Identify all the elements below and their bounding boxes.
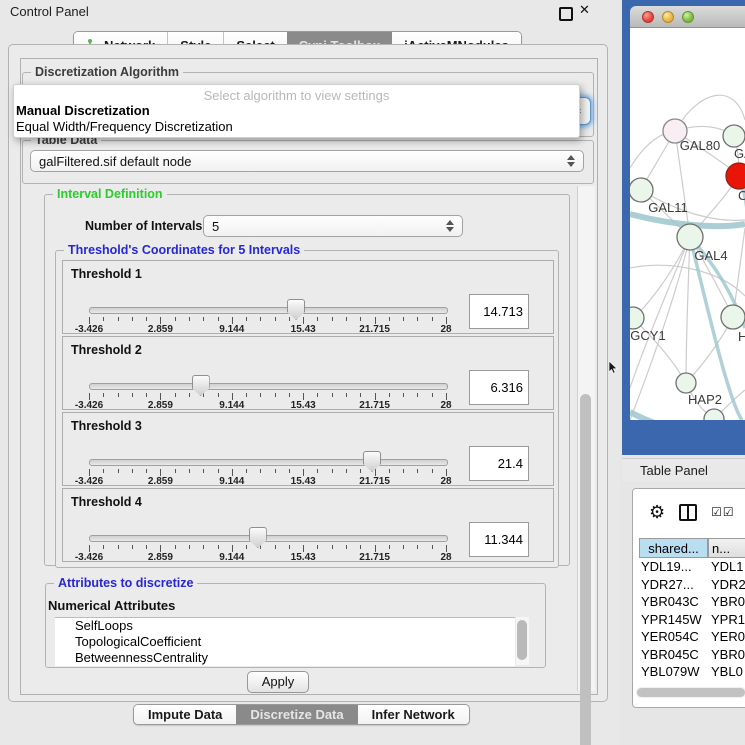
threshold-label: Threshold 4 [71, 495, 142, 509]
list-item[interactable]: BetweennessCentrality [55, 650, 515, 666]
table-hscrollbar[interactable] [636, 687, 745, 698]
node-label: GAL80 [680, 138, 720, 153]
gear-icon[interactable]: ⚙ [649, 503, 665, 521]
column-header-name[interactable]: n... [708, 538, 745, 558]
stepper-icon [445, 220, 454, 232]
node-table: ⚙ ☑☑ shared... n... YDL19...YDL1YDR27...… [632, 488, 745, 708]
network-node[interactable] [677, 224, 703, 250]
attributes-group-label: Attributes to discretize [54, 576, 197, 590]
network-node[interactable] [723, 125, 745, 147]
table-body: YDL19...YDL1YDR27...YDR2YBR043CYBR0YPR14… [639, 558, 745, 684]
table-row[interactable]: YBR043CYBR0 [639, 593, 745, 611]
threshold-value-field[interactable]: 21.4 [469, 446, 529, 481]
table-toolbar: ⚙ ☑☑ [633, 489, 745, 535]
table-header-row: shared... n... [639, 538, 745, 558]
node-label: HAP2 [688, 392, 722, 407]
interval-group-label: Interval Definition [53, 187, 167, 201]
table-data-combo-value: galFiltered.sif default node [39, 154, 566, 169]
tab-impute-data[interactable]: Impute Data [134, 705, 236, 724]
table-panel-header: Table Panel [622, 458, 745, 483]
algorithm-group-label: Discretization Algorithm [31, 65, 183, 79]
mouse-cursor [609, 361, 618, 379]
network-canvas[interactable]: GAL80 GA C GAL11 GAL4 GCY1 H HAP2 [630, 28, 745, 420]
stepper-icon [566, 155, 575, 167]
table-row[interactable]: YBR045CYBR0 [639, 646, 745, 664]
slider-track[interactable] [89, 459, 448, 466]
attributes-list: SelfLoopsTopologicalCoefficientBetweenne… [55, 617, 515, 666]
screen: Control Panel ✕ Network Style Select Cyn… [0, 0, 745, 745]
node-label: H [738, 329, 745, 344]
minimize-traffic-icon[interactable] [662, 11, 674, 23]
split-columns-icon[interactable] [679, 504, 697, 521]
tab-infer-network[interactable]: Infer Network [358, 705, 469, 724]
node-label: GAL11 [648, 200, 688, 215]
select-columns-icon[interactable]: ☑☑ [711, 505, 735, 519]
threshold-1-panel: Threshold 1 -3.4262.8599.14415.4321.7152… [62, 260, 554, 334]
dropdown-placeholder: Select algorithm to view settings [14, 88, 579, 103]
table-row[interactable]: YLR345WYLR3 [639, 681, 745, 685]
tab-discretize-data[interactable]: Discretize Data [236, 705, 357, 724]
table-row[interactable]: YDR27...YDR2 [639, 576, 745, 594]
number-of-intervals-combo[interactable]: 5 [203, 215, 463, 237]
number-of-intervals-value: 5 [212, 219, 445, 234]
number-of-intervals-label: Number of Intervals [85, 219, 202, 233]
threshold-label: Threshold 3 [71, 419, 142, 433]
node-label: C [738, 188, 745, 203]
network-node[interactable] [676, 373, 696, 393]
table-row[interactable]: YDL19...YDL1 [639, 558, 745, 576]
dropdown-item-manual[interactable]: Manual Discretization [16, 103, 150, 118]
vertical-scrollbar-thumb[interactable] [580, 394, 591, 745]
table-row[interactable]: YBL079WYBL0 [639, 663, 745, 681]
dropdown-item-equal-width[interactable]: Equal Width/Frequency Discretization [16, 119, 233, 134]
panel-title: Control Panel [10, 4, 89, 19]
thresholds-group-label: Threshold's Coordinates for 5 Intervals [64, 243, 304, 257]
node-label: GA [734, 146, 745, 161]
table-row[interactable]: YER054CYER0 [639, 628, 745, 646]
network-node[interactable] [726, 163, 745, 189]
network-node[interactable] [630, 178, 653, 202]
node-label: GAL4 [694, 248, 727, 263]
network-node[interactable] [721, 305, 745, 329]
node-label: GCY1 [630, 328, 665, 343]
threshold-label: Threshold 1 [71, 267, 142, 281]
slider-track[interactable] [89, 307, 448, 314]
threshold-label: Threshold 2 [71, 343, 142, 357]
float-window-icon[interactable] [559, 7, 573, 21]
column-header-shared[interactable]: shared... [639, 538, 708, 558]
attributes-scrollbar[interactable] [516, 617, 529, 665]
threshold-4-panel: Threshold 4 -3.4262.8599.14415.4321.7152… [62, 488, 554, 562]
algorithm-dropdown: Select algorithm to view settings Manual… [13, 84, 580, 138]
table-panel-title: Table Panel [640, 463, 708, 478]
table-data-combo[interactable]: galFiltered.sif default node [30, 150, 584, 172]
close-traffic-icon[interactable] [642, 11, 654, 23]
network-edge [686, 237, 690, 383]
bottom-tab-bar: Impute Data Discretize Data Infer Networ… [133, 704, 470, 725]
table-hscrollbar-thumb[interactable] [637, 688, 745, 697]
close-icon[interactable]: ✕ [579, 2, 590, 18]
threshold-3-panel: Threshold 3 -3.4262.8599.14415.4321.7152… [62, 412, 554, 486]
threshold-2-panel: Threshold 2 -3.4262.8599.14415.4321.7152… [62, 336, 554, 410]
numerical-attributes-label: Numerical Attributes [48, 598, 175, 613]
slider-track[interactable] [89, 535, 448, 542]
threshold-value-field[interactable]: 6.316 [469, 370, 529, 405]
attributes-scrollbar-thumb[interactable] [517, 620, 527, 660]
list-item[interactable]: TopologicalCoefficient [55, 634, 515, 650]
table-row[interactable]: YPR145WYPR1 [639, 611, 745, 629]
slider-track[interactable] [89, 383, 448, 390]
network-window-titlebar[interactable] [630, 6, 745, 28]
list-item[interactable]: SelfLoops [55, 618, 515, 634]
threshold-value-field[interactable]: 11.344 [469, 522, 529, 557]
network-node[interactable] [704, 409, 724, 420]
threshold-value-field[interactable]: 14.713 [469, 294, 529, 329]
vertical-scrollbar[interactable] [577, 186, 595, 691]
apply-button[interactable]: Apply [247, 671, 309, 693]
zoom-traffic-icon[interactable] [682, 11, 694, 23]
